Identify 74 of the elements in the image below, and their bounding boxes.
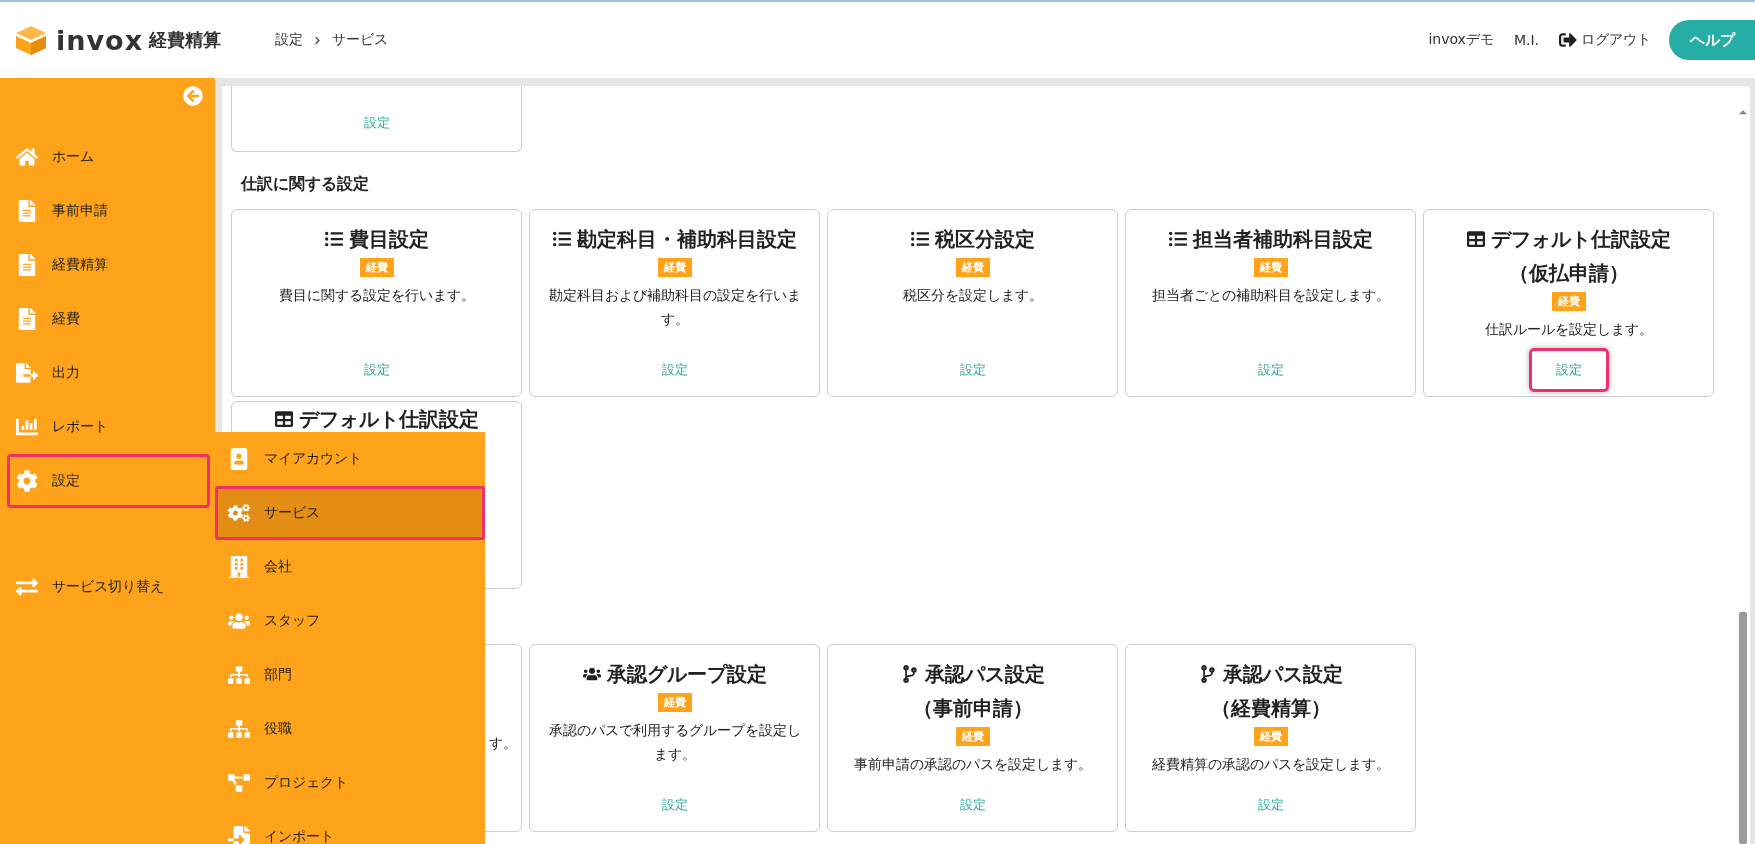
people-icon: [228, 610, 250, 632]
tenant-name: invoxデモ: [1428, 31, 1494, 49]
collapse-icon[interactable]: [183, 86, 203, 106]
card-title: 費目設定: [348, 226, 429, 253]
sidebar-item[interactable]: 経費: [7, 292, 210, 346]
home-icon: [16, 146, 38, 168]
document-icon: [16, 254, 38, 276]
card-description: 承認のパスで利用するグループを設定します。: [547, 721, 802, 764]
card-title: 承認グループ設定: [606, 661, 767, 688]
breadcrumb-item: サービス: [332, 31, 389, 49]
category-tag: 経費: [1253, 258, 1288, 277]
card-description: す。: [489, 734, 517, 753]
card-title: デフォルト仕訳設定: [298, 408, 479, 430]
card-title: 勘定科目・補助科目設定: [576, 226, 797, 253]
user-name: M.I.: [1513, 32, 1539, 48]
sidebar-item[interactable]: 経費精算: [7, 238, 210, 292]
card-description: 仕訳ルールを設定します。: [1484, 320, 1653, 339]
document-icon: [16, 308, 38, 330]
menu-item[interactable]: サービス: [215, 486, 485, 540]
hierarchy-icon: [228, 718, 250, 740]
card-title: （経費精算）: [1210, 695, 1331, 722]
card-description: 担当者ごとの補助科目を設定します。: [1151, 286, 1390, 305]
section-heading: 仕訳に関する設定: [241, 174, 370, 195]
breadcrumb-item[interactable]: 設定: [275, 31, 304, 49]
scrollbar-thumb[interactable]: [1739, 612, 1747, 844]
sidebar-item[interactable]: 出力: [7, 346, 210, 400]
menu-item[interactable]: インポート: [215, 810, 485, 844]
category-tag: 経費: [955, 258, 990, 277]
category-tag: 経費: [1551, 292, 1586, 311]
card-title: （事前申請）: [912, 695, 1033, 722]
category-tag: 経費: [657, 693, 692, 712]
menu-item[interactable]: マイアカウント: [215, 432, 485, 486]
category-tag: 経費: [1253, 727, 1288, 746]
logout-icon: [1559, 31, 1577, 49]
sidebar-item[interactable]: レポート: [7, 400, 210, 454]
sidebar-item[interactable]: ホーム: [7, 130, 210, 184]
card-description: 勘定科目および補助科目の設定を行います。: [547, 286, 802, 329]
card-description: 事前申請の承認のパスを設定します。: [853, 755, 1092, 774]
sidebar-item[interactable]: 設定: [7, 454, 210, 508]
category-tag: 経費: [657, 258, 692, 277]
logo-icon: [14, 24, 48, 56]
menu-item[interactable]: 部門: [215, 648, 485, 702]
card-description: 費目に関する設定を行います。: [278, 286, 475, 305]
card-title: 承認パス設定: [1222, 661, 1343, 688]
menu-item[interactable]: スタッフ: [215, 594, 485, 648]
brand-name: invox: [56, 24, 144, 56]
hierarchy-icon: [228, 664, 250, 686]
category-tag: 経費: [359, 258, 394, 277]
user-card-icon: [228, 448, 250, 470]
menu-item[interactable]: 会社: [215, 540, 485, 594]
diagram-icon: [228, 772, 250, 794]
card-description: 税区分を設定します。: [902, 286, 1043, 305]
switch-arrows-icon: [16, 576, 38, 598]
gears-icon: [228, 502, 250, 524]
chevron-icon: [313, 35, 323, 45]
menu-item[interactable]: プロジェクト: [215, 756, 485, 810]
file-export-icon: [16, 362, 38, 384]
document-icon: [16, 200, 38, 222]
sidebar-item[interactable]: 事前申請: [7, 184, 210, 238]
file-import-icon: [228, 826, 250, 844]
card-title: 担当者補助科目設定: [1192, 226, 1373, 253]
logout-link[interactable]: ログアウト: [1559, 31, 1651, 49]
card-title: デフォルト仕訳設定: [1490, 226, 1671, 253]
bar-chart-icon: [16, 416, 38, 438]
product-name: 経費精算: [149, 28, 222, 52]
card-title: 承認パス設定: [924, 661, 1045, 688]
card-description: 経費精算の承認のパスを設定します。: [1151, 755, 1390, 774]
sidebar-item[interactable]: サービス切り替え: [7, 560, 210, 614]
menu-item[interactable]: 役職: [215, 702, 485, 756]
category-tag: 経費: [955, 727, 990, 746]
settings-icon: [16, 470, 38, 492]
building-icon: [228, 556, 250, 578]
card-title: （仮払申請）: [1508, 260, 1629, 287]
card-title: 税区分設定: [934, 226, 1035, 253]
